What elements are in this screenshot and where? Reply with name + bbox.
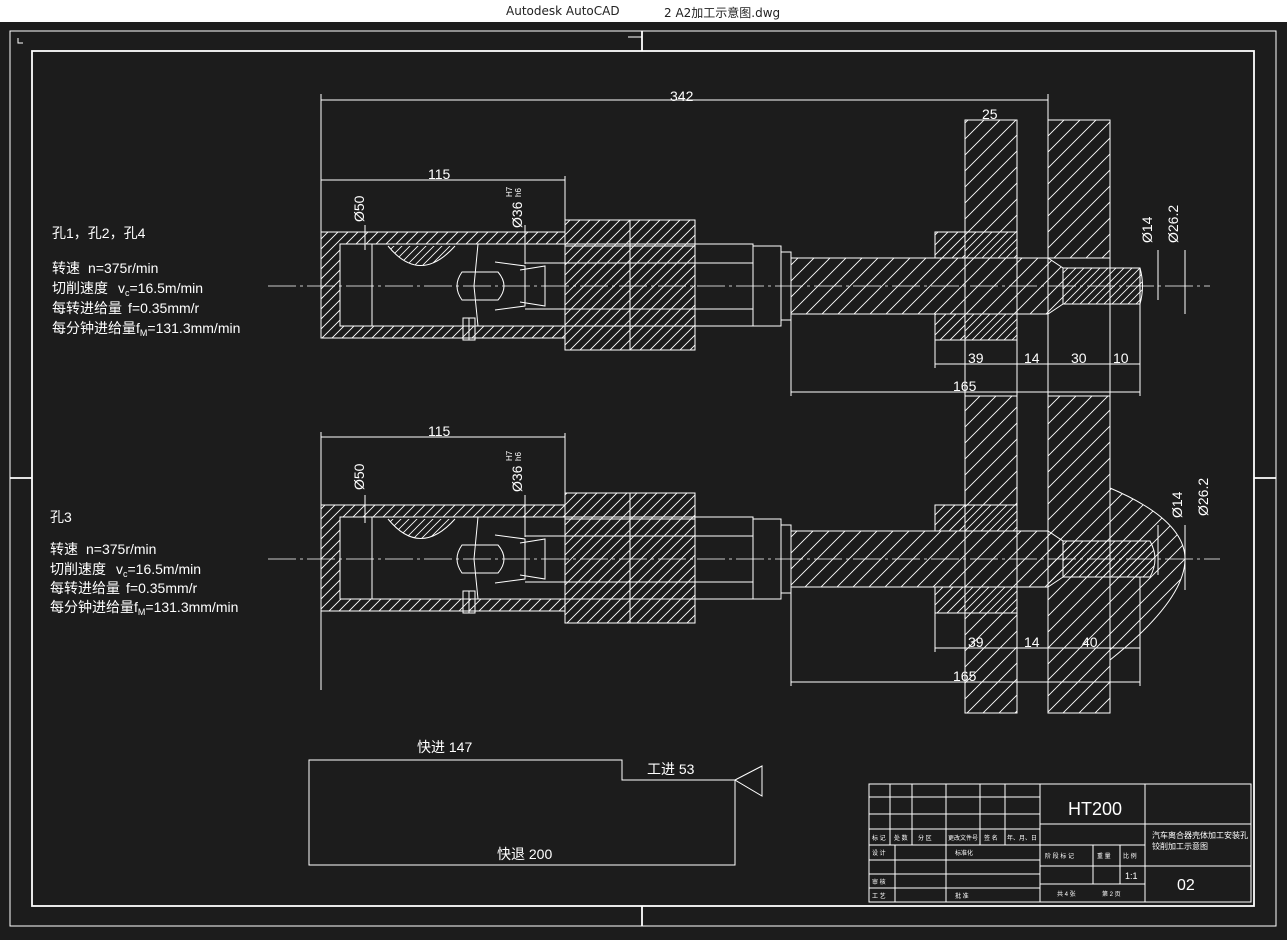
row-approve: 批 准 [955,892,969,900]
drawing-number: 02 [1177,877,1195,894]
sheet-number: 第 2 页 [1102,890,1121,898]
row-check: 审 核 [872,878,886,886]
dim-dia50-top: Ø50 [351,195,367,222]
cad-drawing[interactable]: 342 25 115 115 Ø50 Ø50 Ø36 Ø36 H7 h6 H7 … [0,22,1287,936]
svg-text:转速n=375r/min: 转速 n=375r/min [52,260,158,276]
fit-h7-bottom: H7 [505,450,514,461]
file-name: 2 A2加工示意图.dwg [664,6,781,20]
dim-dia262-bottom: Ø26.2 [1195,478,1211,516]
fit-h7-top: H7 [505,186,514,197]
cut-value-bottom: =16.5m/min [128,561,202,577]
drawing-canvas[interactable]: 342 25 115 115 Ø50 Ø50 Ø36 Ø36 H7 h6 H7 … [0,22,1287,936]
row-design: 设 计 [872,849,886,857]
dim-39-top: 39 [968,350,984,366]
cut-value-top: =16.5m/min [130,280,204,296]
process-notes-top: 孔1，孔2，孔4 转速 n=375r/min 切削速度 vc=16.5m/min 每… [52,225,240,338]
svg-text:切削速度vc=16.5m/min: 切削速度 vc=16.5m/min [52,280,203,298]
fm-value-top: =131.3mm/min [147,320,240,336]
row-standard: 标准化 [955,849,973,857]
svg-text:每分钟进给量fM=131.3mm/min: 每分钟进给量fM=131.3mm/min [50,599,238,617]
sheets-total: 共 4 张 [1057,890,1076,898]
dim-dia14-top: Ø14 [1139,216,1155,243]
stage-mark: 阶 段 标 记 [1045,852,1074,860]
holes-bottom: 孔3 [50,509,72,525]
title-bar: Autodesk AutoCAD 2 A2加工示意图.dwg [0,0,1287,22]
dim-dia50-bottom: Ø50 [351,463,367,490]
dim-10: 10 [1113,350,1129,366]
fit-h6-top: h6 [514,188,523,197]
fm-sub-bottom: M [138,607,146,617]
col-mark: 标 记 [872,834,886,842]
feed-value-bottom: f=0.35mm/r [126,580,198,596]
material-label: HT200 [1068,799,1122,819]
col-change-doc: 更改文件号 [948,834,978,842]
rapid-in-label: 快进 147 [417,739,472,755]
drawing-title-2: 铰削加工示意图 [1152,841,1208,851]
fm-label-bottom: 每分钟进给量f [50,599,138,615]
svg-text:每转进给量f=0.35mm/r: 每转进给量 f=0.35mm/r [52,300,200,316]
holes-top: 孔1，孔2，孔4 [52,225,146,241]
fit-h6-bottom: h6 [514,452,523,461]
dim-40: 40 [1082,634,1098,650]
col-count: 处 数 [894,834,908,842]
speed-label-bottom: 转速 [50,541,78,557]
dim-165-bottom: 165 [953,668,977,684]
col-zone: 分 区 [918,834,932,842]
fm-label-top: 每分钟进给量f [52,320,140,336]
dim-dia262-top: Ø26.2 [1165,205,1181,243]
rapid-out-label: 快退 200 [497,846,552,862]
dim-115-bottom: 115 [428,423,451,439]
stage-scale: 比 例 [1123,852,1137,860]
fm-value-bottom: =131.3mm/min [145,599,238,615]
row-process: 工 艺 [872,892,886,900]
svg-text:每转进给量f=0.35mm/r: 每转进给量 f=0.35mm/r [50,580,198,596]
col-sign: 签 名 [984,834,998,842]
dim-dia36-top: Ø36 [509,201,525,228]
work-in-label: 工进 53 [647,761,695,777]
cut-v-bottom: v [116,561,123,577]
scale-value: 1:1 [1125,871,1138,881]
speed-value-bottom: n=375r/min [86,541,156,557]
svg-text:转速n=375r/min: 转速 n=375r/min [50,541,156,557]
app-name: Autodesk AutoCAD [506,4,620,18]
feed-value-top: f=0.35mm/r [128,300,200,316]
speed-value-top: n=375r/min [88,260,158,276]
dim-25: 25 [982,106,998,122]
dim-14-top: 14 [1024,350,1040,366]
svg-text:切削速度vc=16.5m/min: 切削速度 vc=16.5m/min [50,561,201,579]
dim-165-top: 165 [953,378,977,394]
dim-14-bottom: 14 [1024,634,1040,650]
dim-dia36-bottom: Ø36 [509,465,525,492]
drawing-title-1: 汽车离合器壳体加工安装孔 [1152,830,1248,840]
cycle-labels: 快进 147 工进 53 快退 200 [417,739,695,862]
dim-115-top: 115 [428,166,451,182]
feed-label-top: 每转进给量 [52,300,122,316]
dim-dia14-bottom: Ø14 [1169,491,1185,518]
speed-label-top: 转速 [52,260,80,276]
stage-weight: 重 量 [1097,852,1111,860]
feed-label-bottom: 每转进给量 [50,580,120,596]
fm-sub-top: M [140,328,148,338]
dim-342: 342 [670,88,694,104]
dim-39-bottom: 39 [968,634,984,650]
svg-text:每分钟进给量fM=131.3mm/min: 每分钟进给量fM=131.3mm/min [52,320,240,338]
cut-label-bottom: 切削速度 [50,561,106,577]
cut-label-top: 切削速度 [52,280,108,296]
cut-v-top: v [118,280,125,296]
process-notes-bottom: 孔3 转速 n=375r/min 切削速度 vc=16.5m/min 每转进给量 f=… [50,509,238,617]
top-assembly [268,94,1210,396]
dim-30: 30 [1071,350,1087,366]
col-date: 年、月、日 [1007,834,1037,842]
